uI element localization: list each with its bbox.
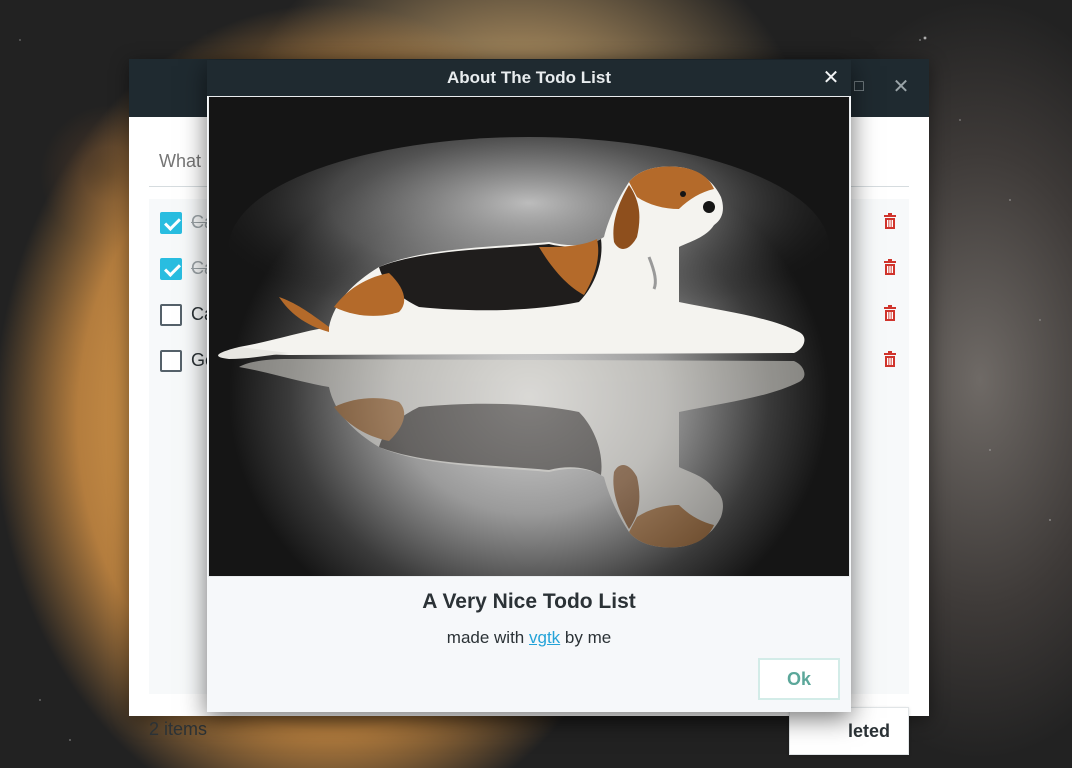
beagle-image [208,96,850,577]
subtitle-prefix: made with [446,628,529,647]
subtitle-suffix: by me [560,628,612,647]
close-window-icon[interactable]: ✕ [891,77,911,97]
todo-checkbox[interactable] [160,212,182,234]
about-dialog: About The Todo List ✕ A Very Nice Todo L… [207,60,851,712]
todo-checkbox[interactable] [160,304,182,326]
dialog-subtitle: made with vgtk by me [207,628,851,648]
trash-icon[interactable] [883,351,897,367]
trash-icon[interactable] [883,259,897,275]
close-icon[interactable]: ✕ [821,60,841,96]
dialog-heading: A Very Nice Todo List [422,590,636,613]
dialog-title: About The Todo List [447,68,611,87]
dialog-titlebar: About The Todo List ✕ [207,60,851,96]
trash-icon[interactable] [883,213,897,229]
vgtk-link[interactable]: vgtk [529,628,560,647]
ok-button[interactable]: Ok [758,658,840,700]
beagle-illustration [218,137,829,548]
maximize-icon[interactable]: □ [849,77,869,97]
trash-icon[interactable] [883,305,897,321]
items-left-count: 2 items [149,719,208,739]
clear-completed-button[interactable]: leted [789,707,909,755]
todo-checkbox[interactable] [160,350,182,372]
dog-reflection [239,359,805,548]
todo-checkbox[interactable] [160,258,182,280]
